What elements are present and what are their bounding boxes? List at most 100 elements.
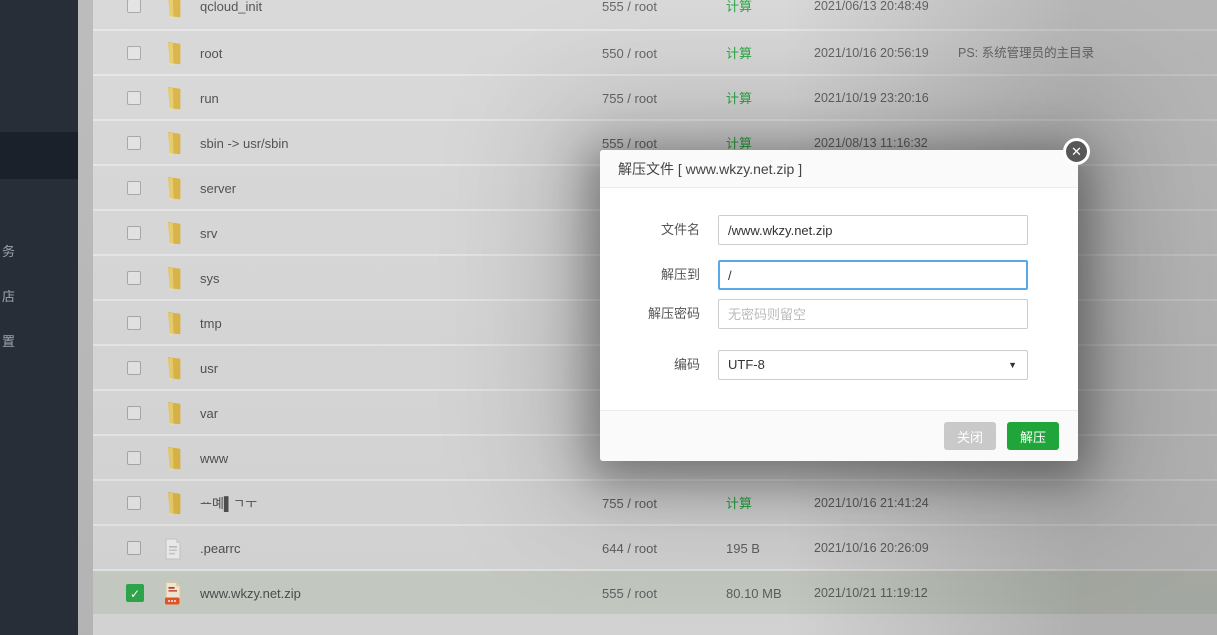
file-row[interactable]: qcloud_init 555 / root 计算 2021/06/13 20:… bbox=[93, 0, 1217, 29]
file-modified-date: 2021/10/16 21:41:24 bbox=[814, 481, 964, 526]
row-checkbox[interactable] bbox=[127, 0, 141, 13]
dialog-footer: 关闭 解压 bbox=[600, 410, 1078, 461]
folder-icon bbox=[162, 131, 186, 157]
file-modified-date: 2021/10/19 23:20:16 bbox=[814, 76, 964, 121]
compute-size-link[interactable]: 计算 bbox=[726, 0, 808, 29]
file-name[interactable]: srv bbox=[200, 211, 590, 256]
filename-input[interactable] bbox=[718, 215, 1028, 245]
close-icon[interactable]: ✕ bbox=[1063, 138, 1090, 165]
row-checkbox[interactable] bbox=[127, 271, 141, 285]
file-permission: 555 / root bbox=[602, 0, 712, 29]
file-note bbox=[958, 526, 1213, 571]
app-root: 务 店 置 qcloud_init 555 / root 计算 2021/06/… bbox=[0, 0, 1217, 635]
folder-icon bbox=[162, 86, 186, 112]
file-row[interactable]: .pearrc 644 / root 195 B 2021/10/16 20:2… bbox=[93, 524, 1217, 569]
file-note bbox=[958, 481, 1213, 526]
row-checkbox[interactable] bbox=[127, 46, 141, 60]
password-label: 解压密码 bbox=[604, 299, 700, 329]
dialog-titlebar: 解压文件 [ www.wkzy.net.zip ] ✕ bbox=[600, 150, 1078, 188]
row-checkbox[interactable] bbox=[127, 316, 141, 330]
row-checkbox[interactable] bbox=[127, 91, 141, 105]
file-permission: 644 / root bbox=[602, 526, 712, 571]
sidebar-item-0[interactable]: 务 bbox=[2, 243, 22, 261]
folder-icon bbox=[162, 401, 186, 427]
file-name[interactable]: run bbox=[200, 76, 590, 121]
page-gutter bbox=[78, 0, 93, 635]
file-name[interactable]: server bbox=[200, 166, 590, 211]
encoding-label: 编码 bbox=[604, 350, 700, 380]
chevron-down-icon: ▼ bbox=[1008, 351, 1017, 379]
folder-icon bbox=[162, 176, 186, 202]
row-checkbox[interactable] bbox=[127, 136, 141, 150]
zip-icon bbox=[162, 581, 186, 607]
folder-icon bbox=[162, 446, 186, 472]
file-name[interactable]: ᅭ몌▌ㄱㅜ bbox=[200, 481, 590, 526]
row-checkbox[interactable] bbox=[127, 181, 141, 195]
row-checkbox[interactable] bbox=[127, 361, 141, 375]
compute-size-link[interactable]: 计算 bbox=[726, 481, 808, 526]
file-row[interactable]: run 755 / root 计算 2021/10/19 23:20:16 bbox=[93, 74, 1217, 119]
file-name[interactable]: usr bbox=[200, 346, 590, 391]
sidebar: 务 店 置 bbox=[0, 0, 78, 635]
extract-dialog: 解压文件 [ www.wkzy.net.zip ] ✕ 文件名 解压到 解压密码… bbox=[600, 150, 1078, 461]
sidebar-item-1[interactable]: 店 bbox=[2, 288, 22, 306]
file-row[interactable]: ᅭ몌▌ㄱㅜ 755 / root 计算 2021/10/16 21:41:24 bbox=[93, 479, 1217, 524]
password-field-row: 解压密码 bbox=[600, 299, 1078, 329]
file-note: PS: 系统管理员的主目录 bbox=[958, 31, 1213, 76]
encoding-field-row: 编码 UTF-8 ▼ bbox=[600, 350, 1078, 380]
folder-icon bbox=[162, 266, 186, 292]
folder-icon bbox=[162, 311, 186, 337]
folder-icon bbox=[162, 0, 186, 20]
file-permission: 755 / root bbox=[602, 481, 712, 526]
file-note bbox=[958, 0, 1213, 29]
folder-icon bbox=[162, 41, 186, 67]
file-name[interactable]: tmp bbox=[200, 301, 590, 346]
file-name[interactable]: var bbox=[200, 391, 590, 436]
extract-to-field-row: 解压到 bbox=[600, 260, 1078, 290]
filename-field-row: 文件名 bbox=[600, 215, 1078, 245]
file-modified-date: 2021/10/16 20:56:19 bbox=[814, 31, 964, 76]
sidebar-item-2[interactable]: 置 bbox=[2, 333, 22, 351]
row-checkbox[interactable] bbox=[127, 496, 141, 510]
row-checkbox[interactable] bbox=[127, 226, 141, 240]
file-modified-date: 2021/06/13 20:48:49 bbox=[814, 0, 964, 29]
file-name[interactable]: .pearrc bbox=[200, 526, 590, 571]
file-name[interactable]: sys bbox=[200, 256, 590, 301]
close-button[interactable]: 关闭 bbox=[944, 422, 996, 450]
file-name[interactable]: www.wkzy.net.zip bbox=[200, 571, 590, 616]
dialog-title: 解压文件 [ www.wkzy.net.zip ] bbox=[600, 150, 1078, 188]
compute-size-link[interactable]: 计算 bbox=[726, 76, 808, 121]
file-size: 80.10 MB bbox=[726, 571, 808, 616]
compute-size-link[interactable]: 计算 bbox=[726, 31, 808, 76]
file-permission: 550 / root bbox=[602, 31, 712, 76]
file-name[interactable]: www bbox=[200, 436, 590, 481]
sidebar-active-item[interactable] bbox=[0, 132, 78, 179]
file-modified-date: 2021/10/16 20:26:09 bbox=[814, 526, 964, 571]
file-size: 195 B bbox=[726, 526, 808, 571]
folder-icon bbox=[162, 221, 186, 247]
file-name[interactable]: root bbox=[200, 31, 590, 76]
extract-button[interactable]: 解压 bbox=[1007, 422, 1059, 450]
file-icon bbox=[162, 536, 186, 562]
folder-icon bbox=[162, 491, 186, 517]
row-checkbox[interactable]: ✓ bbox=[126, 584, 144, 602]
encoding-select[interactable]: UTF-8 ▼ bbox=[718, 350, 1028, 380]
file-modified-date: 2021/10/21 11:19:12 bbox=[814, 571, 964, 616]
file-name[interactable]: sbin -> usr/sbin bbox=[200, 121, 590, 166]
file-row[interactable]: root 550 / root 计算 2021/10/16 20:56:19 P… bbox=[93, 29, 1217, 74]
file-row[interactable]: ✓ www.wkzy.net.zip 555 / root 80.10 MB 2… bbox=[93, 569, 1217, 614]
extract-password-input[interactable] bbox=[718, 299, 1028, 329]
extract-to-label: 解压到 bbox=[604, 260, 700, 290]
file-note bbox=[958, 76, 1213, 121]
row-checkbox[interactable] bbox=[127, 451, 141, 465]
filename-label: 文件名 bbox=[604, 215, 700, 245]
encoding-selected-value: UTF-8 bbox=[728, 357, 765, 372]
row-checkbox[interactable] bbox=[127, 406, 141, 420]
row-checkbox[interactable] bbox=[127, 541, 141, 555]
file-name[interactable]: qcloud_init bbox=[200, 0, 590, 29]
extract-to-input[interactable] bbox=[718, 260, 1028, 290]
file-permission: 755 / root bbox=[602, 76, 712, 121]
file-note bbox=[958, 571, 1213, 616]
folder-icon bbox=[162, 356, 186, 382]
file-permission: 555 / root bbox=[602, 571, 712, 616]
